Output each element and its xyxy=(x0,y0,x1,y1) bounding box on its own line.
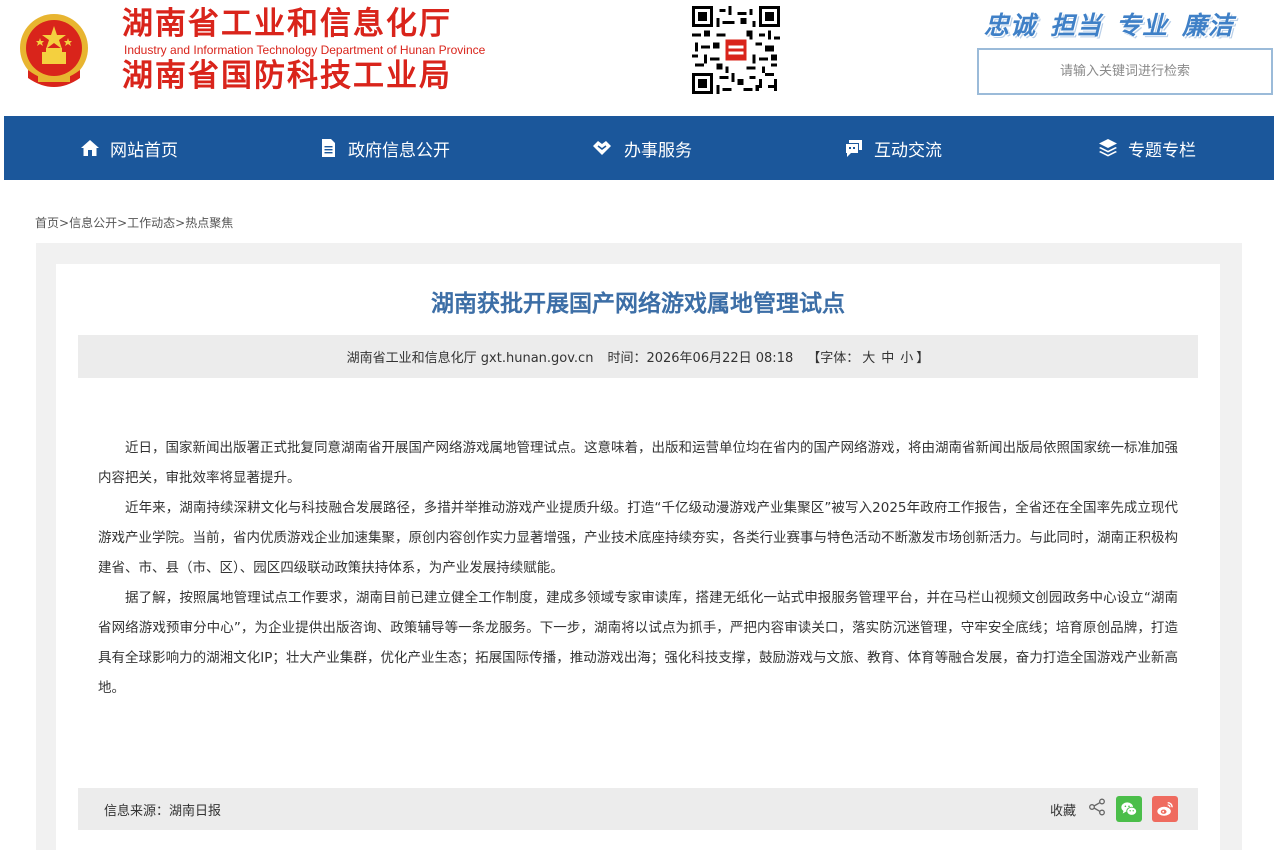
breadcrumb-hot[interactable]: 热点聚焦 xyxy=(185,216,233,230)
article-time-label: 时间： xyxy=(607,351,647,366)
slogan-3: 专业 xyxy=(1116,11,1169,40)
slogan-1: 忠诚 xyxy=(984,11,1037,40)
breadcrumb-info[interactable]: 信息公开 xyxy=(69,216,117,230)
article-title: 湖南获批开展国产网络游戏属地管理试点 xyxy=(431,291,845,317)
font-size-label-end: 】 xyxy=(916,351,930,366)
share-icon[interactable] xyxy=(1088,798,1106,820)
national-emblem-icon xyxy=(20,14,88,87)
nav-item-home[interactable]: 网站首页 xyxy=(80,116,178,180)
search-box xyxy=(977,48,1273,95)
nav-item-gov-info[interactable]: 政府信息公开 xyxy=(318,116,450,180)
wechat-icon xyxy=(1121,802,1138,816)
article-footer xyxy=(78,788,1198,830)
breadcrumb-home[interactable]: 首页 xyxy=(35,216,59,230)
weibo-icon xyxy=(1157,801,1173,816)
slogan-4: 廉洁 xyxy=(1182,11,1235,40)
nav-label-gov-info: 政府信息公开 xyxy=(348,140,450,161)
font-size-medium-button[interactable]: 中 xyxy=(881,347,894,366)
share-actions: 收藏 xyxy=(1050,796,1178,822)
weibo-share-button[interactable] xyxy=(1152,796,1178,822)
article-paragraph: 据了解，按照属地管理试点工作要求，湖南目前已建立健全工作制度，建成多领域专家审读… xyxy=(98,590,1178,696)
title-english: Industry and Information Technology Depa… xyxy=(124,43,486,57)
qr-code-icon xyxy=(692,6,780,94)
main-nav: 网站首页 政府信息公开 办事服务 互动交流 专题专栏 xyxy=(4,116,1274,180)
article-publisher: 湖南省工业和信息化厅 gxt.hunan.gov.cn xyxy=(346,351,594,366)
breadcrumb: 首页>信息公开>工作动态>热点聚焦 xyxy=(35,216,234,230)
search-input[interactable] xyxy=(979,50,1271,93)
article-meta: 湖南省工业和信息化厅 gxt.hunan.gov.cn 时间： 2026年06月… xyxy=(78,335,1198,378)
nav-item-services[interactable]: 办事服务 xyxy=(590,116,692,180)
article-paragraph: 近日，国家新闻出版署正式批复同意湖南省开展国产网络游戏属地管理试点。这意味着，出… xyxy=(98,440,1178,486)
article-time: 2026年06月22日 08:18 xyxy=(646,351,794,366)
wechat-share-button[interactable] xyxy=(1116,796,1142,822)
font-size-large-button[interactable]: 大 xyxy=(862,347,875,366)
font-size-label: 【字体： xyxy=(807,351,860,366)
slogan: 忠诚 担当 专业 廉洁 xyxy=(984,6,1234,42)
layers-icon xyxy=(1099,139,1117,157)
service-icon xyxy=(593,141,611,155)
nav-label-interaction: 互动交流 xyxy=(874,140,942,161)
site-header: 湖南省工业和信息化厅 Industry and Information Tech… xyxy=(0,0,1280,116)
nav-item-interaction[interactable]: 互动交流 xyxy=(844,116,942,180)
breadcrumb-work[interactable]: 工作动态 xyxy=(127,216,175,230)
site-title: 湖南省工业和信息化厅 Industry and Information Tech… xyxy=(122,6,485,94)
document-icon xyxy=(322,139,335,157)
font-size-small-button[interactable]: 小 xyxy=(900,347,913,366)
nav-item-topics[interactable]: 专题专栏 xyxy=(1098,116,1196,180)
chat-icon xyxy=(846,140,862,157)
nav-label-home: 网站首页 xyxy=(110,140,178,161)
nav-label-services: 办事服务 xyxy=(624,140,692,161)
nav-label-topics: 专题专栏 xyxy=(1128,140,1196,161)
title-line1: 湖南省工业和信息化厅 xyxy=(122,6,452,42)
home-icon xyxy=(81,140,99,156)
title-line2: 湖南省国防科技工业局 xyxy=(122,58,452,94)
article-body: 近日，国家新闻出版署正式批复同意湖南省开展国产网络游戏属地管理试点。这意味着，出… xyxy=(98,433,1178,703)
slogan-2: 担当 xyxy=(1050,11,1103,40)
favorite-button[interactable]: 收藏 xyxy=(1050,800,1076,819)
article-source: 信息来源：湖南日报 xyxy=(104,804,222,819)
article-paragraph: 近年来，湖南持续深耕文化与科技融合发展路径，多措并举推动游戏产业提质升级。打造“… xyxy=(98,500,1178,576)
